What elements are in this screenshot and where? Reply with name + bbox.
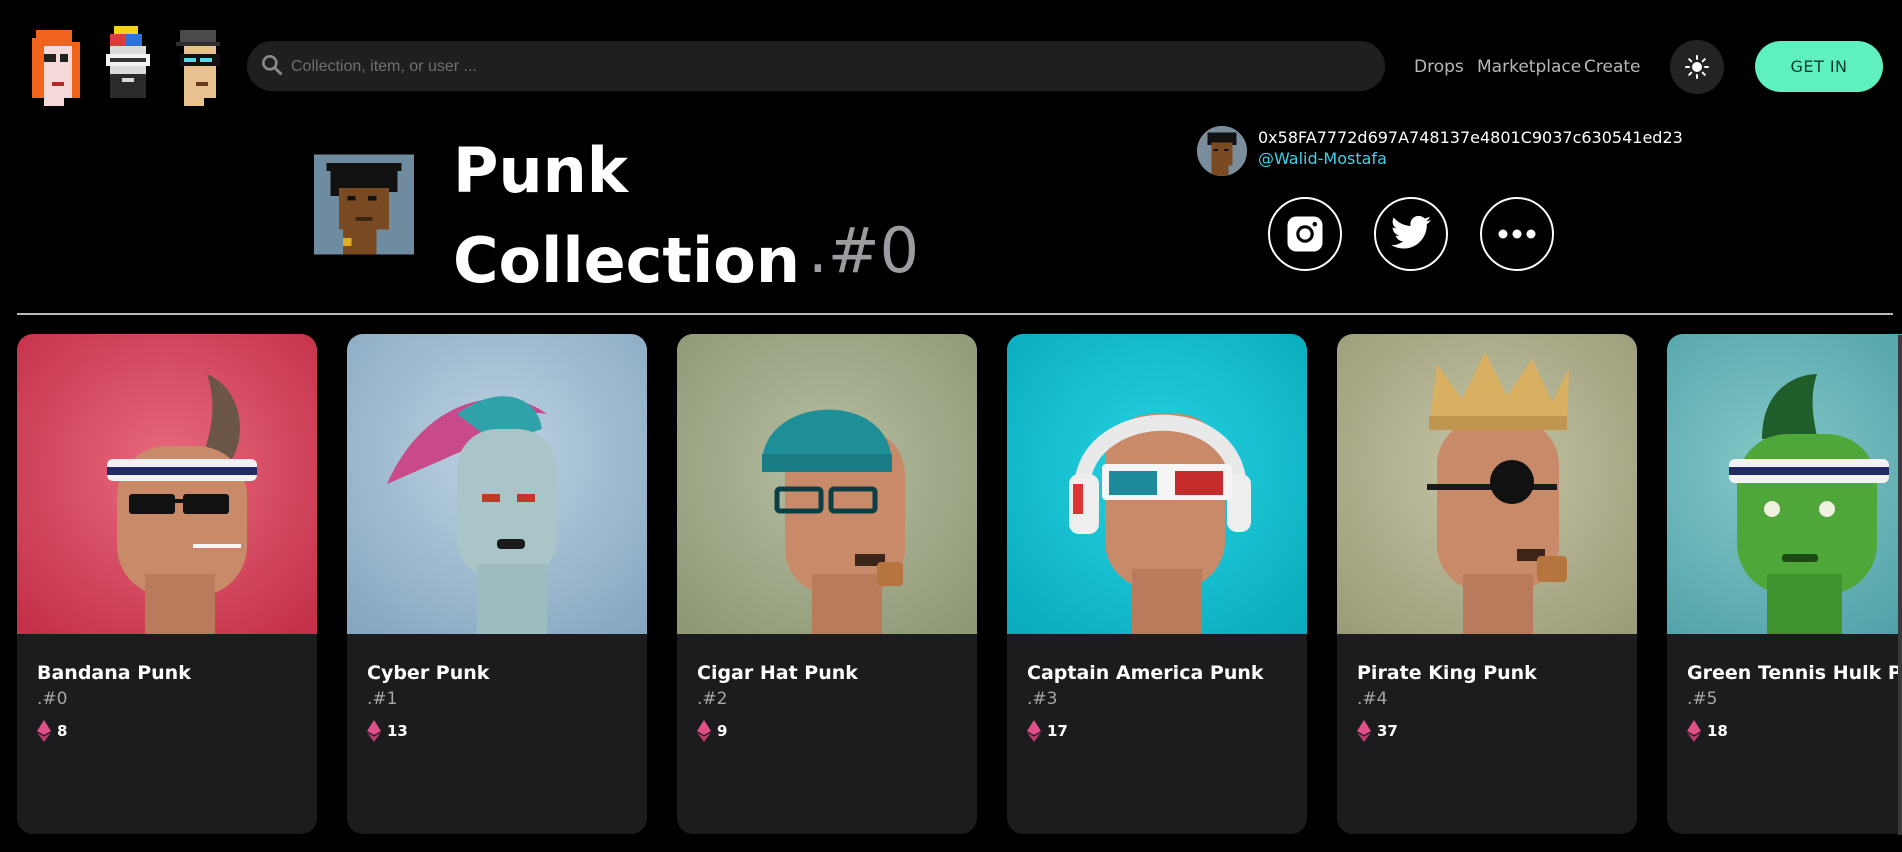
search-input[interactable]	[289, 41, 1373, 93]
instagram-icon	[1287, 216, 1323, 252]
nft-card-price: 13	[367, 720, 408, 742]
nft-card-price: 18	[1687, 720, 1728, 742]
twitter-button[interactable]	[1374, 197, 1448, 271]
nft-card-image	[677, 334, 977, 634]
owner-handle-link[interactable]: @Walid-Mostafa	[1258, 149, 1387, 168]
nft-card-image	[1667, 334, 1902, 634]
nft-card-title: Bandana Punk	[37, 662, 191, 684]
nav-create[interactable]: Create	[1584, 57, 1641, 77]
nft-card-price-value: 13	[387, 722, 408, 740]
nft-card-price: 17	[1027, 720, 1068, 742]
owner-avatar[interactable]	[1197, 126, 1247, 176]
nft-card-image	[17, 334, 317, 634]
nft-card-price-value: 18	[1707, 722, 1728, 740]
nft-card-token: .#3	[1027, 689, 1058, 709]
nft-card-token: .#5	[1687, 689, 1718, 709]
ethereum-icon	[697, 720, 711, 742]
sun-icon	[1685, 55, 1709, 79]
collection-token-id: .#0	[808, 214, 920, 287]
nft-card-title: Cyber Punk	[367, 662, 490, 684]
nft-card-title: Green Tennis Hulk Punk	[1687, 662, 1902, 684]
nft-card-title: Captain America Punk	[1027, 662, 1264, 684]
nav-marketplace[interactable]: Marketplace	[1477, 57, 1581, 77]
nft-card-price-value: 9	[717, 722, 728, 740]
site-logo[interactable]	[28, 26, 228, 106]
nft-card-title: Pirate King Punk	[1357, 662, 1537, 684]
nft-card-price: 37	[1357, 720, 1398, 742]
nft-card[interactable]: Cigar Hat Punk .#2 9	[677, 334, 977, 834]
logo-punk-glasses-icon	[176, 30, 220, 106]
owner-punk-icon	[1197, 126, 1247, 176]
ethereum-icon	[1687, 720, 1701, 742]
ethereum-icon	[37, 720, 51, 742]
nft-card-image	[1337, 334, 1637, 634]
nft-card-price-value: 17	[1047, 722, 1068, 740]
owner-address: 0x58FA7772d697A748137e4801C9037c630541ed…	[1258, 128, 1683, 147]
nft-card-price: 9	[697, 720, 727, 742]
nft-card-token: .#4	[1357, 689, 1388, 709]
nft-card[interactable]: Bandana Punk .#0 8	[17, 334, 317, 834]
ethereum-icon	[1027, 720, 1041, 742]
nft-card[interactable]: Green Tennis Hulk Punk .#5 18	[1667, 334, 1902, 834]
page-scrollbar[interactable]	[1898, 335, 1902, 835]
nft-card-price-value: 8	[57, 722, 68, 740]
nft-card-token: .#2	[697, 689, 728, 709]
ethereum-icon	[1357, 720, 1371, 742]
nft-card-list: Bandana Punk .#0 8 Cyber Punk .#1 13 Cig…	[0, 334, 1902, 834]
nft-card-image	[1007, 334, 1307, 634]
page-title: Punk Collection	[453, 134, 801, 297]
collection-avatar	[314, 154, 414, 255]
ethereum-icon	[367, 720, 381, 742]
instagram-button[interactable]	[1268, 197, 1342, 271]
more-icon	[1498, 229, 1536, 239]
nft-card-image	[347, 334, 647, 634]
twitter-icon	[1391, 215, 1431, 249]
nft-card-token: .#1	[367, 689, 398, 709]
nft-card[interactable]: Cyber Punk .#1 13	[347, 334, 647, 834]
nav-drops[interactable]: Drops	[1414, 57, 1464, 77]
search-bar[interactable]	[247, 41, 1385, 93]
nft-card-token: .#0	[37, 689, 68, 709]
nft-card-price-value: 37	[1377, 722, 1398, 740]
theme-toggle-button[interactable]	[1670, 40, 1724, 94]
section-divider	[17, 313, 1893, 315]
logo-punk-redhair-icon	[32, 30, 80, 106]
nft-card-title: Cigar Hat Punk	[697, 662, 858, 684]
logo-punk-cap-icon	[106, 26, 150, 98]
nft-card-price: 8	[37, 720, 67, 742]
nft-card[interactable]: Pirate King Punk .#4 37	[1337, 334, 1637, 834]
get-in-button[interactable]: GET IN	[1755, 41, 1883, 92]
nft-card[interactable]: Captain America Punk .#3 17	[1007, 334, 1307, 834]
top-navbar: Drops Marketplace Create GET IN	[0, 0, 1902, 130]
more-options-button[interactable]	[1480, 197, 1554, 271]
search-icon	[262, 55, 283, 76]
